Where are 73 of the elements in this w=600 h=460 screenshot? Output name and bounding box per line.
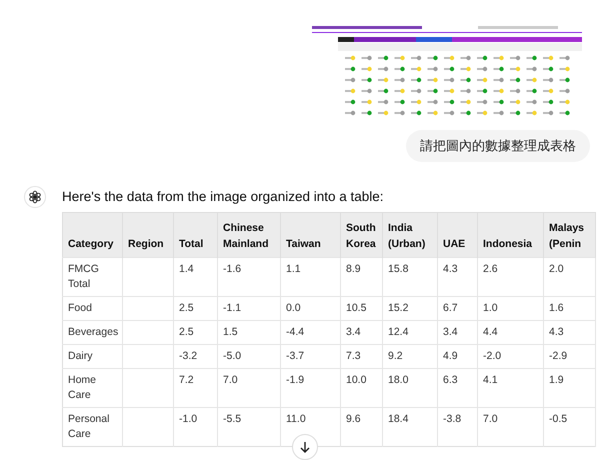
assistant-message: Here's the data from the image organized into a table:: [62, 188, 385, 206]
table-cell: [122, 296, 174, 320]
column-header: Region: [122, 212, 174, 258]
table-cell: Beverages: [62, 320, 122, 344]
table-cell: 18.0: [382, 368, 438, 408]
table-cell: -0.5: [544, 408, 596, 446]
column-header: South Korea: [340, 212, 382, 258]
table-cell: -5.0: [218, 344, 280, 368]
table-cell: 1.4: [174, 258, 218, 296]
column-header: India (Urban): [382, 212, 438, 258]
table-cell: [122, 368, 174, 408]
table-cell: 7.2: [174, 368, 218, 408]
table-cell: 12.4: [382, 320, 438, 344]
table-cell: 4.4: [478, 320, 544, 344]
table-cell: 1.6: [544, 296, 596, 320]
column-header: UAE: [438, 212, 478, 258]
table-cell: [122, 258, 174, 296]
table-cell: -1.9: [280, 368, 340, 408]
table-cell: -2.0: [478, 344, 544, 368]
user-message: 請把圖內的數據整理成表格: [406, 130, 590, 162]
table-cell: 1.1: [280, 258, 340, 296]
table-cell: 8.9: [340, 258, 382, 296]
table-cell: 4.1: [478, 368, 544, 408]
column-header: Indonesia: [478, 212, 544, 258]
table-cell: 18.4: [382, 408, 438, 446]
table-cell: 4.3: [544, 320, 596, 344]
table-cell: -3.7: [280, 344, 340, 368]
assistant-logo-icon: [24, 186, 46, 208]
table-cell: 15.8: [382, 258, 438, 296]
column-header: Malays (Penin: [544, 212, 596, 258]
table-cell: 7.3: [340, 344, 382, 368]
table-cell: [122, 344, 174, 368]
table-cell: 1.0: [478, 296, 544, 320]
table-cell: 4.3: [438, 258, 478, 296]
table-cell: 1.9: [544, 368, 596, 408]
table-cell: 2.5: [174, 320, 218, 344]
table-cell: 0.0: [280, 296, 340, 320]
table-cell: -3.8: [438, 408, 478, 446]
arrow-down-icon: [299, 441, 311, 453]
table-cell: 6.7: [438, 296, 478, 320]
table-cell: 15.2: [382, 296, 438, 320]
scroll-down-button[interactable]: [292, 434, 318, 460]
table-cell: Food: [62, 296, 122, 320]
table-cell: 10.0: [340, 368, 382, 408]
table-cell: 9.6: [340, 408, 382, 446]
table-cell: -1.1: [218, 296, 280, 320]
table-cell: -4.4: [280, 320, 340, 344]
column-header: Category: [62, 212, 122, 258]
table-cell: -3.2: [174, 344, 218, 368]
table-cell: 2.0: [544, 258, 596, 296]
table-cell: 7.0: [478, 408, 544, 446]
column-header: Taiwan: [280, 212, 340, 258]
table-cell: 3.4: [340, 320, 382, 344]
table-cell: FMCG Total: [62, 258, 122, 296]
table-cell: [122, 320, 174, 344]
table-cell: 10.5: [340, 296, 382, 320]
column-header: Chinese Mainland: [218, 212, 280, 258]
table-cell: 4.9: [438, 344, 478, 368]
table-cell: -5.5: [218, 408, 280, 446]
table-cell: Dairy: [62, 344, 122, 368]
table-cell: 6.3: [438, 368, 478, 408]
table-cell: 1.5: [218, 320, 280, 344]
table-cell: -1.6: [218, 258, 280, 296]
table-cell: 3.4: [438, 320, 478, 344]
table-cell: Personal Care: [62, 408, 122, 446]
table-cell: 9.2: [382, 344, 438, 368]
table-cell: Home Care: [62, 368, 122, 408]
table-cell: 2.6: [478, 258, 544, 296]
column-header: Total: [174, 212, 218, 258]
table-cell: -2.9: [544, 344, 596, 368]
table-cell: -1.0: [174, 408, 218, 446]
table-cell: 2.5: [174, 296, 218, 320]
table-cell: 7.0: [218, 368, 280, 408]
